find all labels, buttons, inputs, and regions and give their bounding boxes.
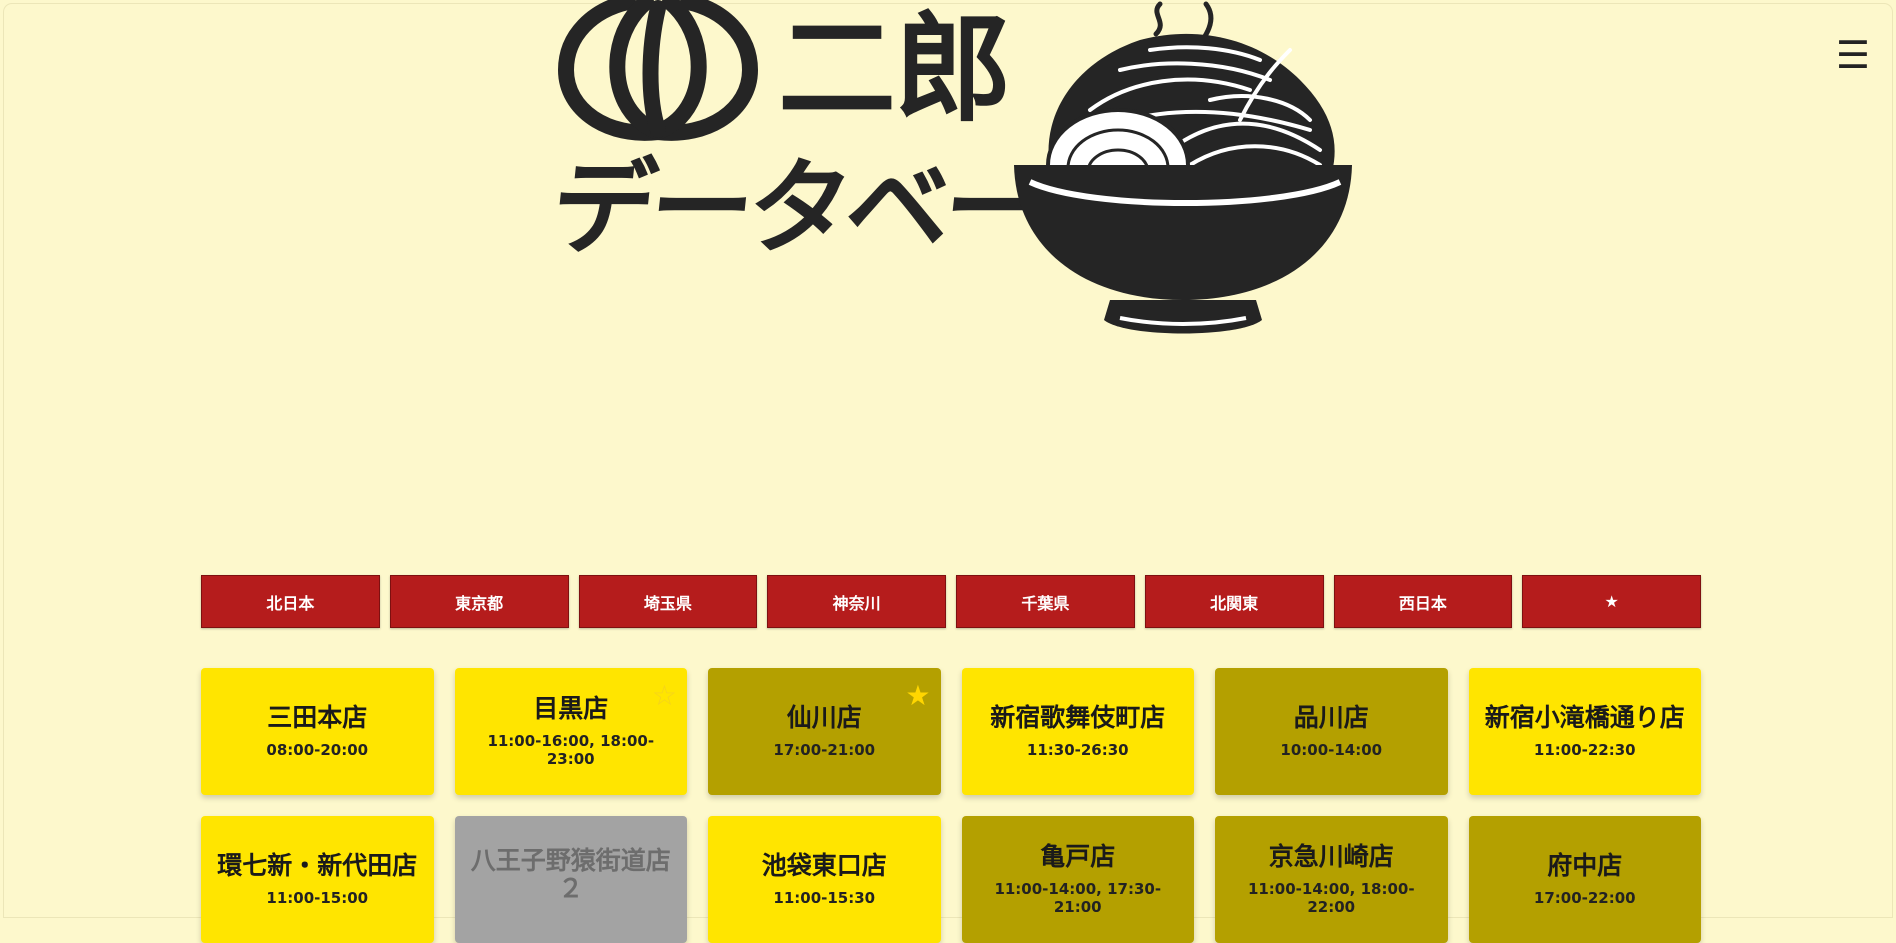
region-button-chiba[interactable]: 千葉県 [956,575,1135,628]
shop-name: 目黒店 [533,693,609,723]
shop-hours: 08:00-20:00 [266,741,369,760]
garlic-icon [557,0,759,141]
star-filled-icon[interactable]: ★ [905,682,930,710]
logo-title: 二郎 [778,0,1012,138]
region-button-hokkaido[interactable]: 北日本 [201,575,380,628]
shop-name: 仙川店 [786,702,862,732]
shop-card[interactable]: 京急川崎店 11:00-14:00, 18:00-22:00 [1215,816,1448,943]
shop-name: 新宿歌舞伎町店 [990,702,1166,732]
shop-name: 品川店 [1293,702,1369,732]
shop-card[interactable]: 環七新・新代田店 11:00-15:00 [201,816,434,943]
shop-card[interactable]: 亀戸店 11:00-14:00, 17:30-21:00 [961,816,1194,943]
shop-grid: 三田本店 08:00-20:00 ☆ 目黒店 11:00-16:00, 18:0… [201,668,1701,943]
shop-card[interactable]: ☆ 目黒店 11:00-16:00, 18:00-23:00 [454,668,687,795]
shop-hours: 11:30-26:30 [1026,741,1129,760]
shop-hours: 10:00-14:00 [1280,741,1383,760]
region-button-tokyo[interactable]: 東京都 [389,575,569,628]
region-button-favorites[interactable]: ★ [1522,575,1701,628]
hamburger-menu-icon[interactable]: ☰ [1836,36,1870,74]
shop-card[interactable]: 新宿小滝橋通り店 11:00-22:30 [1468,668,1701,795]
shop-name: 府中店 [1547,850,1623,880]
shop-name: 三田本店 [267,702,368,732]
shop-card[interactable]: 三田本店 08:00-20:00 [201,668,434,795]
shop-name: 京急川崎店 [1268,841,1394,871]
shop-hours: 11:00-14:00, 17:30-21:00 [994,880,1162,917]
region-button-nishinihon[interactable]: 西日本 [1333,575,1513,628]
shop-hours: 17:00-22:00 [1533,889,1636,908]
shop-card[interactable]: 八王子野猿街道店２ [454,816,687,943]
shop-hours: 17:00-21:00 [773,741,876,760]
shop-hours: 11:00-16:00, 18:00-23:00 [487,732,655,769]
shop-name: 八王子野猿街道店２ [470,846,671,903]
shop-hours: 11:00-15:00 [266,889,369,908]
shop-hours: 11:00-22:30 [1533,741,1636,760]
region-button-kitakanto[interactable]: 北関東 [1144,575,1324,628]
shop-name: 池袋東口店 [761,850,887,880]
shop-name: 環七新・新代田店 [217,850,418,880]
shop-card[interactable]: 府中店 17:00-22:00 [1468,816,1701,943]
shop-name: 亀戸店 [1040,841,1116,871]
shop-hours: 11:00-15:30 [773,889,876,908]
shop-card[interactable]: 池袋東口店 11:00-15:30 [708,816,941,943]
shop-name: 新宿小滝橋通り店 [1484,702,1685,732]
shop-card[interactable]: ★ 仙川店 17:00-21:00 [708,668,941,795]
shop-hours: 11:00-14:00, 18:00-22:00 [1247,880,1415,917]
shop-card[interactable]: 品川店 10:00-14:00 [1215,668,1448,795]
region-nav: 北日本 東京都 埼玉県 神奈川 千葉県 北関東 西日本 ★ [201,575,1701,628]
shop-card[interactable]: 新宿歌舞伎町店 11:30-26:30 [961,668,1194,795]
site-logo[interactable]: 二郎 データベース [546,0,1368,350]
star-outline-icon[interactable]: ☆ [652,682,677,710]
ramen-bowl-icon [1014,1,1352,334]
region-button-kanagawa[interactable]: 神奈川 [767,575,946,628]
region-button-saitama[interactable]: 埼玉県 [578,575,758,628]
